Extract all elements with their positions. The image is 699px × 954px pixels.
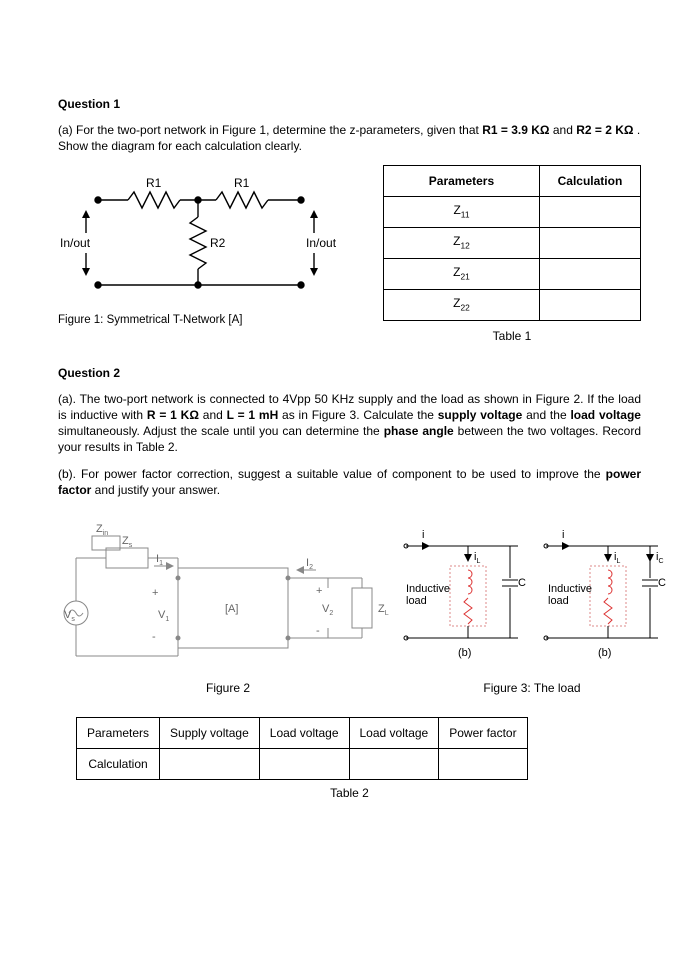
q2-heading: Question 2 [58, 365, 641, 381]
tbl2-h1: Supply voltage [160, 717, 260, 748]
svg-text:-: - [316, 625, 320, 637]
q2-supply-v: supply voltage [438, 408, 523, 422]
fig3-iL-left: iL [474, 551, 480, 565]
q2-load-v: load voltage [570, 408, 641, 422]
q1-text-mid: and [550, 123, 577, 137]
fig2-zl: ZL [378, 603, 389, 617]
fig1-r2-label: R2 [210, 236, 226, 250]
fig3-ind-left: Inductive [406, 583, 450, 595]
tbl2-h4: Power factor [439, 717, 527, 748]
z-sub: 22 [460, 303, 469, 313]
fig1-right-port-label: In/out [306, 236, 337, 250]
q2-part-a: (a). The two-port network is connected t… [58, 391, 641, 456]
figure-3-svg: i iL C Inductive load (b) i iL iC C Indu… [398, 518, 666, 668]
z-sub: 11 [461, 210, 470, 220]
page: Question 1 (a) For the two-port network … [0, 0, 699, 954]
fig3-i-right: i [562, 529, 564, 541]
tbl2-h3: Load voltage [349, 717, 439, 748]
q2-part-b: (b). For power factor correction, sugges… [58, 466, 641, 498]
tbl1-row-z12: Z12 [384, 227, 540, 258]
figure-2-svg: Zin Zs Vs V1 + - [A] I1 I2 V2 + - ZL [58, 518, 398, 668]
tbl2-c1 [160, 748, 260, 779]
fig3-iL-right: iL [614, 551, 620, 565]
tbl2-rowlabel: Calculation [77, 748, 160, 779]
fig2-i2: I2 [306, 557, 313, 571]
tbl2-c3 [349, 748, 439, 779]
figure-1-svg: R1 R1 R2 In/out In/out [58, 165, 348, 305]
figure-2-caption: Figure 2 [58, 681, 398, 695]
table-1-wrap: Parameters Calculation Z11 Z12 Z21 Z22 [383, 165, 641, 343]
q1-r1: R1 = 3.9 KΩ [482, 123, 549, 137]
fig2-i1: I1 [156, 553, 163, 567]
tbl1-calc-z21 [539, 258, 640, 289]
svg-text:+: + [316, 585, 322, 597]
fig3-i-left: i [422, 529, 424, 541]
q2-b-pre: (b). For power factor correction, sugges… [58, 467, 606, 481]
q2-L: L = 1 mH [227, 408, 279, 422]
svg-text:-: - [152, 631, 156, 643]
tbl1-row-z22: Z22 [384, 289, 540, 320]
fig3-C-left: C [518, 577, 526, 589]
fig2-v2: V2 [322, 603, 333, 617]
figure-3: i iL C Inductive load (b) i iL iC C Indu… [398, 518, 666, 695]
z-sub: 21 [460, 272, 469, 282]
tbl2-c2 [259, 748, 349, 779]
q1-text-prefix: (a) For the two-port network in Figure 1… [58, 123, 482, 137]
z-sym: Z [453, 203, 460, 217]
svg-text:+: + [152, 587, 158, 599]
table-2: Parameters Supply voltage Load voltage L… [76, 717, 528, 780]
tbl1-calc-z11 [539, 196, 640, 227]
q2-R: R = 1 KΩ [147, 408, 199, 422]
tbl2-c4 [439, 748, 527, 779]
fig3-ind-right: Inductive [548, 583, 592, 595]
fig3-C-right: C [658, 577, 666, 589]
figure-2: Zin Zs Vs V1 + - [A] I1 I2 V2 + - ZL Fig… [58, 518, 398, 695]
tbl2-h0: Parameters [77, 717, 160, 748]
tbl1-row-z11: Z11 [384, 196, 540, 227]
q2-mid1: as in Figure 3. Calculate the [278, 408, 438, 422]
z-sub: 12 [460, 241, 469, 251]
fig2-v1: V1 [158, 609, 169, 623]
fig1-r1-left-label: R1 [146, 176, 162, 190]
tbl1-row-z21: Z21 [384, 258, 540, 289]
tbl1-calc-z22 [539, 289, 640, 320]
q2-b-end: and justify your answer. [91, 483, 220, 497]
fig2-vs: Vs [64, 609, 75, 623]
figure-1-caption: Figure 1: Symmetrical T-Network [A] [58, 314, 348, 326]
tbl1-header-parameters: Parameters [384, 165, 540, 196]
fig3-subb-left: (b) [458, 647, 471, 659]
table-1: Parameters Calculation Z11 Z12 Z21 Z22 [383, 165, 641, 321]
fig2-zin: Zin [96, 523, 108, 537]
fig1-left-port-label: In/out [60, 236, 91, 250]
tbl1-calc-z12 [539, 227, 640, 258]
tbl1-header-calculation: Calculation [539, 165, 640, 196]
figure-1: R1 R1 R2 In/out In/out Figure 1: Symmetr… [58, 165, 348, 326]
fig3-subb-right: (b) [598, 647, 611, 659]
fig2-zs: Zs [122, 535, 133, 549]
table-1-caption: Table 1 [383, 329, 641, 343]
q2-figures-row: Zin Zs Vs V1 + - [A] I1 I2 V2 + - ZL Fig… [58, 518, 641, 695]
q2-mid2: and the [522, 408, 570, 422]
q1-part-a: (a) For the two-port network in Figure 1… [58, 122, 641, 154]
fig3-iC-right: iC [656, 551, 664, 565]
fig3-load-left: load [406, 595, 427, 607]
table-2-caption: Table 2 [58, 786, 641, 800]
q2-phase: phase angle [384, 424, 454, 438]
figure-3-caption: Figure 3: The load [398, 681, 666, 695]
q1-r2: R2 = 2 KΩ [576, 123, 633, 137]
fig2-A: [A] [225, 603, 238, 615]
q1-heading: Question 1 [58, 96, 641, 112]
q2-and1: and [199, 408, 227, 422]
tbl2-h2: Load voltage [259, 717, 349, 748]
fig1-r1-right-label: R1 [234, 176, 250, 190]
q1-figure-and-table-row: R1 R1 R2 In/out In/out Figure 1: Symmetr… [58, 165, 641, 343]
fig3-load-right: load [548, 595, 569, 607]
q2-mid3: simultaneously. Adjust the scale until y… [58, 424, 384, 438]
